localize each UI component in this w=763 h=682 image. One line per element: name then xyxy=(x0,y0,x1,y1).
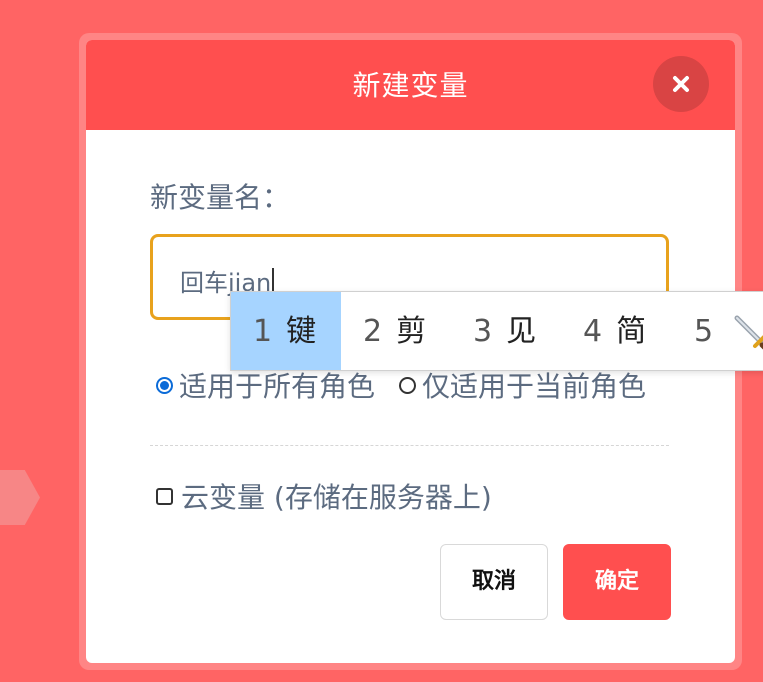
ime-candidate-5[interactable]: 5 xyxy=(694,292,727,370)
cloud-variable-checkbox[interactable] xyxy=(156,487,173,505)
radio-all-sprites-label[interactable]: 适用于所有角色 xyxy=(179,365,375,405)
dialog-header: 新建变量 xyxy=(86,40,735,130)
ime-candidate-3-number: 3 xyxy=(473,314,493,349)
ime-candidate-5-number: 5 xyxy=(694,314,714,349)
cancel-button[interactable]: 取消 xyxy=(440,544,548,620)
radio-all-sprites[interactable] xyxy=(156,376,173,394)
ime-candidate-4-number: 4 xyxy=(583,314,603,349)
ime-candidate-3-text: 见 xyxy=(506,314,537,349)
confirm-button[interactable]: 确定 xyxy=(563,544,671,620)
variable-name-label: 新变量名： xyxy=(150,181,291,214)
ime-candidate-1[interactable]: 1键 xyxy=(231,292,341,370)
input-committed-text: 回车 xyxy=(180,269,228,297)
radio-this-sprite-label[interactable]: 仅适用于当前角色 xyxy=(422,365,646,405)
scope-radio-group: 适用于所有角色 仅适用于当前角色 xyxy=(156,367,646,403)
ime-candidate-4[interactable]: 4简 xyxy=(583,292,646,370)
section-divider xyxy=(150,445,669,446)
radio-this-sprite[interactable] xyxy=(399,376,417,394)
ime-candidate-window: 1键 2剪 3见 4简 5 xyxy=(230,291,763,371)
dialog-title: 新建变量 xyxy=(352,69,469,102)
ime-candidate-2-number: 2 xyxy=(363,314,383,349)
ime-candidate-2[interactable]: 2剪 xyxy=(363,292,426,370)
sword-emoji-icon xyxy=(734,315,763,350)
cloud-variable-option: 云变量 (存储在服务器上) xyxy=(156,478,492,514)
ime-candidate-1-text: 键 xyxy=(286,314,317,349)
close-x-icon xyxy=(673,76,689,92)
ime-candidate-1-number: 1 xyxy=(253,314,273,349)
close-button[interactable] xyxy=(653,56,709,112)
cloud-variable-label[interactable]: 云变量 (存储在服务器上) xyxy=(181,476,492,516)
ime-candidate-3[interactable]: 3见 xyxy=(473,292,536,370)
ime-candidate-4-text: 简 xyxy=(616,314,647,349)
ime-candidate-2-text: 剪 xyxy=(396,314,427,349)
